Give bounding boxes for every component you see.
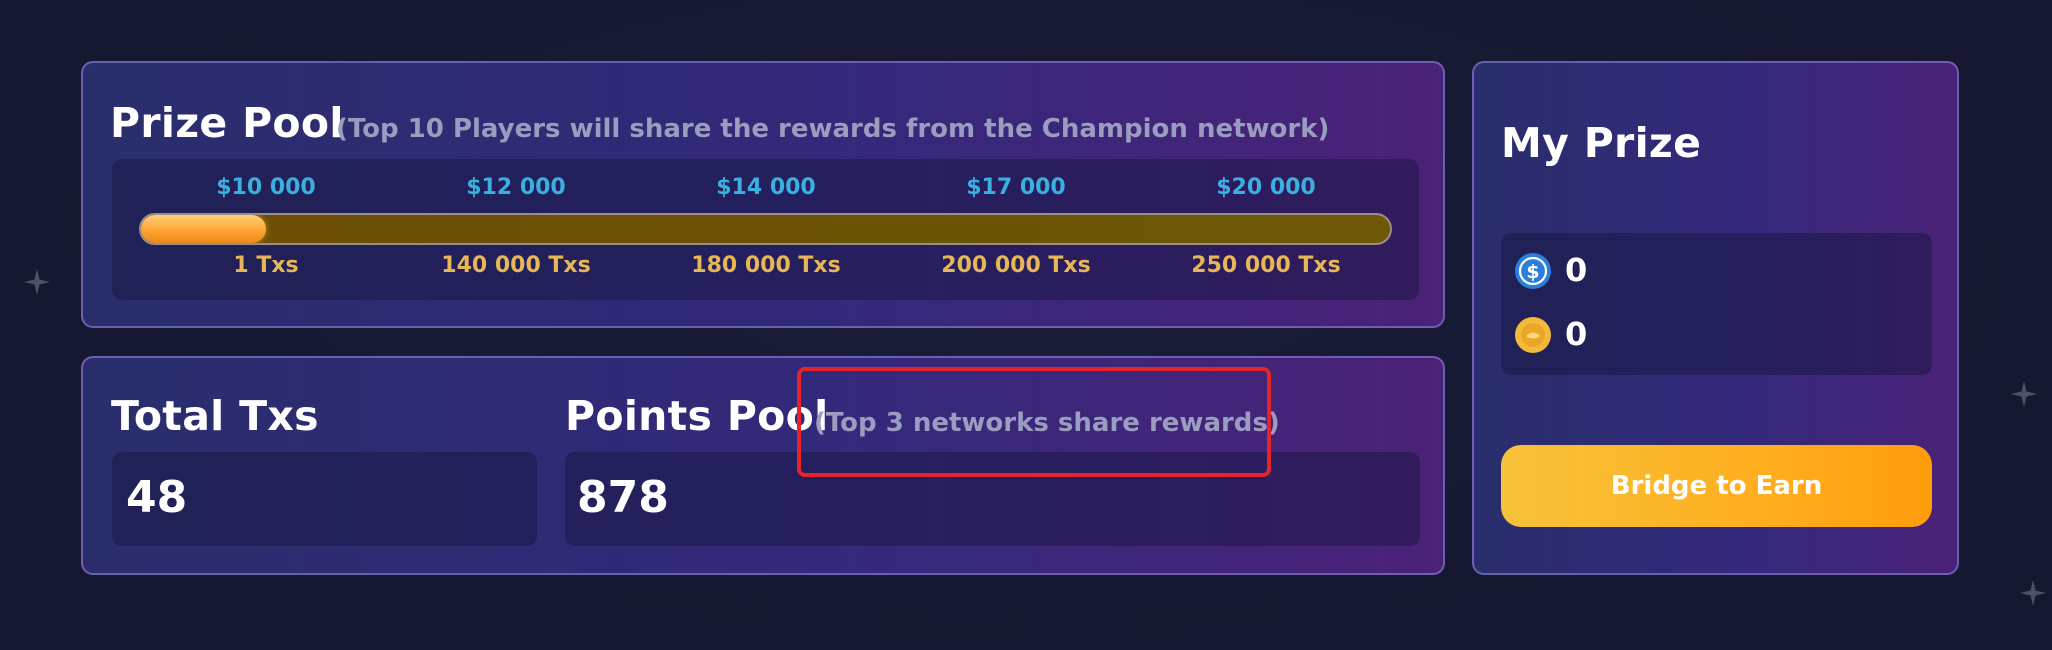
tier-prize-5: $20 000 [1216, 175, 1316, 200]
points-pool-value: 878 [577, 472, 669, 523]
sparkle-icon [2020, 580, 2046, 606]
tier-prize-4: $17 000 [966, 175, 1066, 200]
tier-prize-2: $12 000 [466, 175, 566, 200]
tier-prize-1: $10 000 [216, 175, 316, 200]
prize-dashboard: Prize Pool (Top 10 Players will share th… [0, 0, 2052, 650]
tier-txs-5: 250 000 Txs [1191, 253, 1341, 278]
highlight-box [797, 367, 1271, 477]
total-txs-title: Total Txs [111, 392, 319, 440]
svg-text:$: $ [1526, 261, 1539, 283]
prize-pool-card: Prize Pool (Top 10 Players will share th… [81, 61, 1445, 328]
my-prize-card: My Prize $ 0 0 Bridge to Earn [1472, 61, 1959, 575]
my-prize-rewards-panel: $ 0 0 [1501, 233, 1932, 375]
prize-pool-title: Prize Pool [110, 99, 344, 147]
total-txs-panel: 48 [112, 452, 537, 546]
tier-prize-3: $14 000 [716, 175, 816, 200]
tier-txs-1: 1 Txs [233, 253, 299, 278]
prize-tiers-panel: $10 000 $12 000 $14 000 $17 000 $20 000 … [112, 159, 1419, 300]
points-pool-title: Points Pool [565, 392, 829, 440]
tier-txs-4: 200 000 Txs [941, 253, 1091, 278]
sparkle-icon [24, 269, 50, 295]
usdc-coin-icon: $ [1515, 253, 1551, 289]
my-prize-title: My Prize [1501, 119, 1702, 167]
usdc-reward-value: 0 [1565, 251, 1588, 289]
gold-coin-icon [1515, 317, 1551, 353]
prize-pool-subtitle: (Top 10 Players will share the rewards f… [336, 114, 1330, 144]
prize-progress-bar [139, 213, 1392, 245]
tier-txs-2: 140 000 Txs [441, 253, 591, 278]
bridge-to-earn-button[interactable]: Bridge to Earn [1501, 445, 1932, 527]
gold-reward-value: 0 [1565, 315, 1588, 353]
tier-txs-3: 180 000 Txs [691, 253, 841, 278]
total-txs-value: 48 [126, 472, 188, 523]
prize-progress-fill [141, 215, 266, 243]
sparkle-icon [2011, 381, 2037, 407]
